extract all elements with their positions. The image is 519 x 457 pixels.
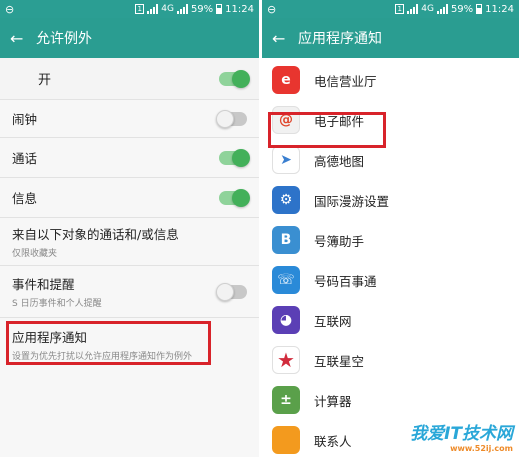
- row-subtitle: 设置为优先打扰以允许应用程序通知作为例外: [12, 351, 193, 362]
- app-bar: ← 应用程序通知: [262, 18, 519, 58]
- row-title: 应用程序通知: [12, 329, 88, 345]
- signal-icon: [436, 4, 448, 14]
- back-arrow-icon[interactable]: ←: [272, 29, 298, 48]
- internet-icon: ◕: [272, 306, 300, 334]
- row-app-notifications[interactable]: 应用程序通知 设置为优先打扰以允许应用程序通知作为例外: [0, 318, 259, 370]
- battery-icon: [216, 4, 223, 14]
- master-toggle[interactable]: [219, 69, 250, 88]
- empty-area: [0, 370, 259, 457]
- calculator-icon: ±: [272, 386, 300, 414]
- app-row[interactable]: @ 电子邮件: [262, 100, 519, 140]
- calls-toggle[interactable]: [219, 148, 250, 167]
- app-name: 电子邮件: [314, 113, 365, 129]
- clock: 11:24: [225, 3, 254, 15]
- star-icon: ★: [272, 346, 300, 374]
- right-screen: ⊖ 1 4G 59% 11:24 ← 应用程序通知 e 电信营业厅 @ 电子邮件 ➤ 高德…: [262, 0, 519, 457]
- app-row[interactable]: ◕ 互联网: [262, 300, 519, 340]
- watermark: 我爱IT技术网 www.52ij.com: [410, 419, 513, 453]
- events-toggle[interactable]: [216, 282, 247, 301]
- app-name: 电信营业厅: [314, 73, 377, 89]
- app-name: 号簿助手: [314, 233, 365, 249]
- contacts-icon: [272, 426, 300, 454]
- network-indicator: 4G: [161, 4, 174, 14]
- battery-percent: 59%: [190, 3, 214, 15]
- watermark-url: www.52ij.com: [450, 444, 513, 453]
- roaming-icon: ⚙: [272, 186, 300, 214]
- row-events-reminders[interactable]: 事件和提醒 S 日历事件和个人提醒: [0, 266, 259, 318]
- app-name: 互联网: [314, 313, 352, 329]
- app-name: 互联星空: [314, 353, 365, 369]
- number-service-icon: ☏: [272, 266, 300, 294]
- app-name: 高德地图: [314, 153, 365, 169]
- left-screen: ⊖ 1 4G 59% 11:24 ← 允许例外 开 闹钟 通话 信息 来自以下对…: [0, 0, 259, 457]
- app-row[interactable]: ⚙ 国际漫游设置: [262, 180, 519, 220]
- row-title: 通话: [12, 151, 38, 166]
- china-telecom-icon: e: [272, 66, 300, 94]
- watermark-text: 我爱IT技术网: [410, 424, 513, 444]
- app-name: 计算器: [314, 393, 352, 409]
- master-switch-label: 开: [38, 73, 52, 88]
- app-bar: ← 允许例外: [0, 18, 259, 58]
- back-arrow-icon[interactable]: ←: [10, 29, 36, 48]
- messages-toggle[interactable]: [219, 188, 250, 207]
- app-row[interactable]: B 号簿助手: [262, 220, 519, 260]
- battery-percent: 59%: [450, 3, 474, 15]
- app-name: 联系人: [314, 433, 352, 449]
- app-row[interactable]: ➤ 高德地图: [262, 140, 519, 180]
- master-switch-row[interactable]: 开: [0, 58, 259, 100]
- row-subtitle: S 日历事件和个人提醒: [12, 299, 102, 309]
- signal-icon: [176, 4, 188, 14]
- network-indicator: 4G: [421, 4, 434, 14]
- page-title: 应用程序通知: [298, 31, 382, 47]
- dnd-icon: ⊖: [5, 2, 15, 16]
- row-calls[interactable]: 通话: [0, 138, 259, 178]
- status-bar: ⊖ 1 4G 59% 11:24: [0, 0, 259, 18]
- alarm-toggle[interactable]: [216, 109, 247, 128]
- row-title: 闹钟: [12, 112, 38, 127]
- signal-icon: [147, 4, 159, 14]
- row-messages[interactable]: 信息: [0, 178, 259, 218]
- app-row[interactable]: ★ 互联星空: [262, 340, 519, 380]
- app-row[interactable]: ± 计算器: [262, 380, 519, 420]
- row-calls-messages-from[interactable]: 来自以下对象的通话和/或信息 仅限收藏夹: [0, 218, 259, 266]
- row-title: 来自以下对象的通话和/或信息: [12, 227, 179, 242]
- amap-icon: ➤: [272, 146, 300, 174]
- email-icon: @: [272, 106, 300, 134]
- clock: 11:24: [485, 3, 514, 15]
- sim-icon: 1: [135, 4, 145, 14]
- battery-icon: [476, 4, 483, 14]
- app-name: 国际漫游设置: [314, 193, 390, 209]
- row-title: 事件和提醒: [12, 277, 75, 292]
- status-bar: ⊖ 1 4G 59% 11:24: [262, 0, 519, 18]
- contacts-helper-icon: B: [272, 226, 300, 254]
- dnd-icon: ⊖: [267, 2, 277, 16]
- app-name: 号码百事通: [314, 273, 377, 289]
- row-title: 信息: [12, 191, 38, 206]
- app-row[interactable]: ☏ 号码百事通: [262, 260, 519, 300]
- app-row[interactable]: e 电信营业厅: [262, 60, 519, 100]
- row-alarm[interactable]: 闹钟: [0, 100, 259, 138]
- row-subtitle: 仅限收藏夹: [12, 249, 58, 259]
- page-title: 允许例外: [36, 31, 92, 47]
- signal-icon: [407, 4, 419, 14]
- sim-icon: 1: [395, 4, 405, 14]
